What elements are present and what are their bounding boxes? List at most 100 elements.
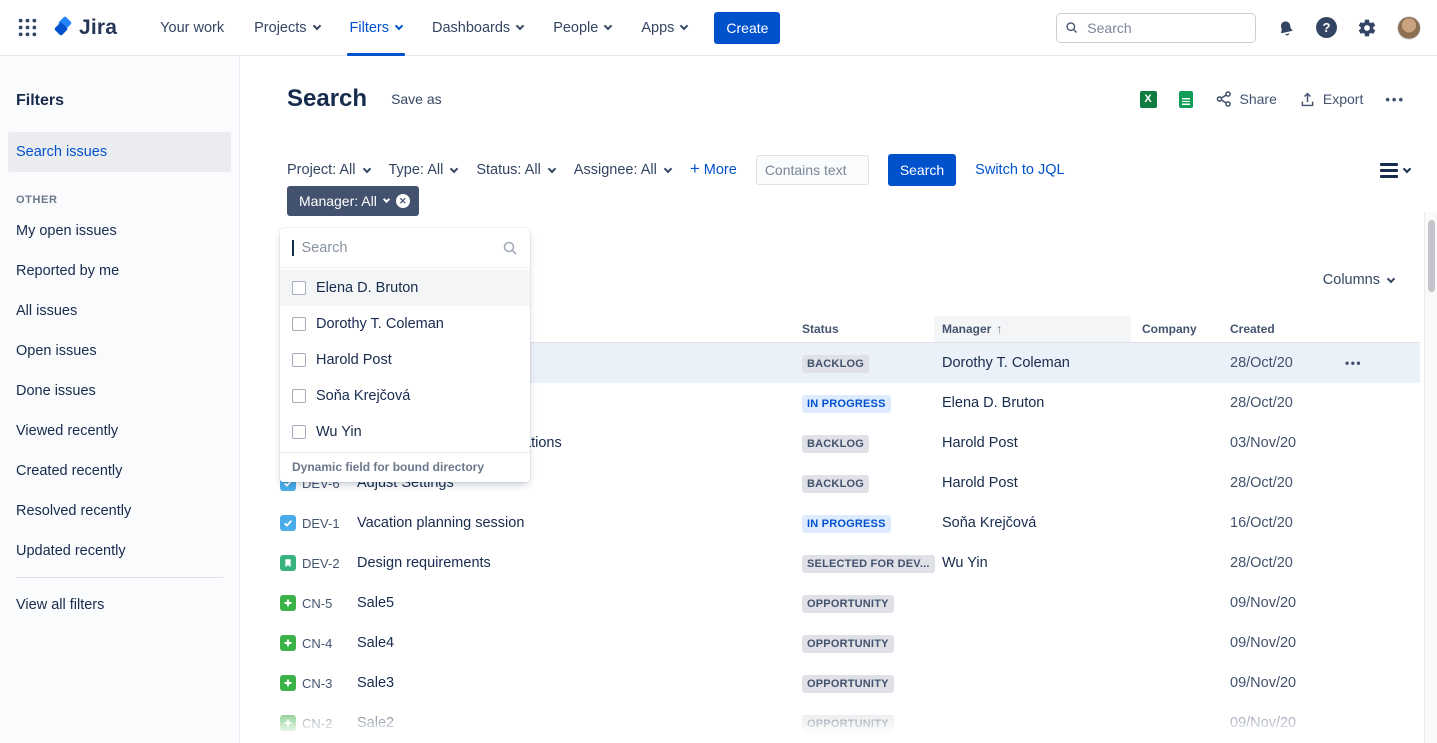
list-view-icon — [1380, 163, 1398, 178]
filter-dropdown-assignee[interactable]: Assignee: All — [574, 162, 671, 178]
manager-filter-chip[interactable]: Manager: All ✕ — [287, 186, 419, 216]
issue-summary[interactable]: Sale5 — [357, 595, 802, 611]
issue-key[interactable]: CN-5 — [302, 596, 357, 611]
column-header-label: Created — [1230, 322, 1275, 336]
checkbox[interactable] — [292, 353, 306, 367]
sidebar-item-done-issues[interactable]: Done issues — [0, 371, 239, 411]
sidebar-divider — [16, 577, 223, 578]
sidebar-item-open-issues[interactable]: Open issues — [0, 331, 239, 371]
issue-summary[interactable]: Sale2 — [357, 715, 802, 731]
issue-key[interactable]: DEV-2 — [302, 556, 357, 571]
nav-item-apps[interactable]: Apps — [626, 0, 702, 56]
sidebar-item-resolved-recently[interactable]: Resolved recently — [0, 491, 239, 531]
view-switcher-button[interactable] — [1380, 163, 1410, 178]
issue-summary[interactable]: Vacation planning session — [357, 515, 802, 531]
dropdown-option-dorothy-t-coleman[interactable]: Dorothy T. Coleman — [280, 306, 530, 342]
issue-summary[interactable]: Design requirements — [357, 555, 802, 571]
column-header-manager[interactable]: Manager↑ — [934, 316, 1131, 342]
global-search-input[interactable] — [1085, 19, 1247, 37]
table-row[interactable]: CN-4Sale4OPPORTUNITY 09/Nov/20 — [280, 623, 1420, 663]
issue-summary[interactable]: Sale3 — [357, 675, 802, 691]
columns-button[interactable]: Columns — [1323, 270, 1394, 290]
issue-key[interactable]: CN-3 — [302, 676, 357, 691]
share-button[interactable]: Share — [1215, 90, 1277, 108]
nav-item-your-work[interactable]: Your work — [145, 0, 239, 56]
jira-logo-icon — [51, 16, 75, 40]
search-icon — [1065, 20, 1078, 35]
column-header-created[interactable]: Created — [1230, 316, 1345, 342]
option-label: Soňa Krejčová — [316, 388, 410, 404]
remove-filter-icon[interactable]: ✕ — [396, 194, 410, 208]
issue-key[interactable]: DEV-1 — [302, 516, 357, 531]
settings-gear-icon[interactable] — [1357, 18, 1377, 38]
excel-export-icon[interactable]: X — [1140, 91, 1157, 108]
task-issue-icon — [280, 515, 296, 531]
issue-key[interactable]: CN-4 — [302, 636, 357, 651]
status-badge: SELECTED FOR DEV... — [802, 555, 935, 573]
table-row[interactable]: DEV-1Vacation planning sessionIN PROGRES… — [280, 503, 1420, 543]
app-switcher-icon[interactable] — [18, 18, 37, 37]
global-search[interactable] — [1056, 13, 1256, 43]
contains-text-input[interactable] — [756, 155, 869, 185]
dropdown-option-wu-yin[interactable]: Wu Yin — [280, 414, 530, 450]
sale-issue-icon — [280, 635, 296, 651]
issue-key[interactable]: CN-2 — [302, 716, 357, 731]
table-row[interactable]: CN-2Sale2OPPORTUNITY09/Nov/20 — [280, 703, 1420, 743]
sidebar-item-search-issues[interactable]: Search issues — [8, 132, 231, 172]
sidebar-item-reported-by-me[interactable]: Reported by me — [0, 251, 239, 291]
chevron-down-icon — [516, 22, 524, 30]
dropdown-option-so-a-krej-ov-[interactable]: Soňa Krejčová — [280, 378, 530, 414]
filter-dropdown-type[interactable]: Type: All — [389, 162, 458, 178]
more-actions-menu[interactable]: ••• — [1385, 92, 1405, 107]
table-row[interactable]: CN-3Sale3OPPORTUNITY09/Nov/20 — [280, 663, 1420, 703]
status-badge: OPPORTUNITY — [802, 635, 894, 653]
primary-nav: Your workProjectsFiltersDashboardsPeople… — [145, 0, 702, 56]
export-button[interactable]: Export — [1299, 91, 1363, 108]
dropdown-option-elena-d-bruton[interactable]: Elena D. Bruton — [280, 270, 530, 306]
create-button[interactable]: Create — [714, 12, 780, 44]
nav-item-people[interactable]: People — [538, 0, 626, 56]
option-label: Harold Post — [316, 352, 392, 368]
jira-logo[interactable]: Jira — [51, 16, 117, 40]
column-header-status[interactable]: Status — [802, 316, 942, 342]
nav-item-dashboards[interactable]: Dashboards — [417, 0, 538, 56]
notifications-bell-icon[interactable] — [1276, 18, 1296, 38]
user-avatar[interactable] — [1397, 16, 1421, 40]
chevron-down-icon — [362, 164, 370, 172]
google-sheets-export-icon[interactable] — [1179, 91, 1193, 108]
checkbox[interactable] — [292, 425, 306, 439]
checkbox[interactable] — [292, 317, 306, 331]
sidebar-item-created-recently[interactable]: Created recently — [0, 451, 239, 491]
sidebar-item-all-issues[interactable]: All issues — [0, 291, 239, 331]
dropdown-option-harold-post[interactable]: Harold Post — [280, 342, 530, 378]
checkbox[interactable] — [292, 281, 306, 295]
dropdown-search-field[interactable]: Search — [280, 228, 530, 268]
created-cell: 09/Nov/20 — [1230, 635, 1345, 651]
sidebar-item-viewed-recently[interactable]: Viewed recently — [0, 411, 239, 451]
sheets-grid-glyph — [1182, 98, 1190, 105]
row-actions-menu[interactable]: ••• — [1345, 356, 1381, 370]
filter-dropdown-project[interactable]: Project: All — [287, 162, 370, 178]
column-header-company[interactable]: Company — [1142, 316, 1230, 342]
save-as-button[interactable]: Save as — [391, 91, 442, 107]
more-label: More — [704, 162, 737, 178]
scrollbar-thumb[interactable] — [1428, 220, 1435, 292]
nav-item-filters[interactable]: Filters — [335, 0, 417, 56]
scrollbar-track[interactable] — [1424, 212, 1437, 743]
checkbox[interactable] — [292, 389, 306, 403]
switch-to-jql-link[interactable]: Switch to JQL — [975, 162, 1064, 178]
filter-dropdown-status[interactable]: Status: All — [476, 162, 554, 178]
sidebar-item-view-all-filters[interactable]: View all filters — [0, 585, 239, 625]
more-filters-button[interactable]: + More — [690, 161, 737, 179]
table-row[interactable]: CN-5Sale5OPPORTUNITY09/Nov/20 — [280, 583, 1420, 623]
manager-cell: Wu Yin — [942, 555, 1142, 571]
issue-summary[interactable]: Sale4 — [357, 635, 802, 651]
sidebar-item-my-open-issues[interactable]: My open issues — [0, 211, 239, 251]
table-row[interactable]: DEV-2Design requirementsSELECTED FOR DEV… — [280, 543, 1420, 583]
manager-cell: Harold Post — [942, 435, 1142, 451]
sidebar-item-updated-recently[interactable]: Updated recently — [0, 531, 239, 571]
search-button[interactable]: Search — [888, 154, 956, 186]
sidebar-title: Filters — [0, 92, 239, 112]
nav-item-projects[interactable]: Projects — [239, 0, 334, 56]
help-icon[interactable]: ? — [1316, 17, 1337, 38]
